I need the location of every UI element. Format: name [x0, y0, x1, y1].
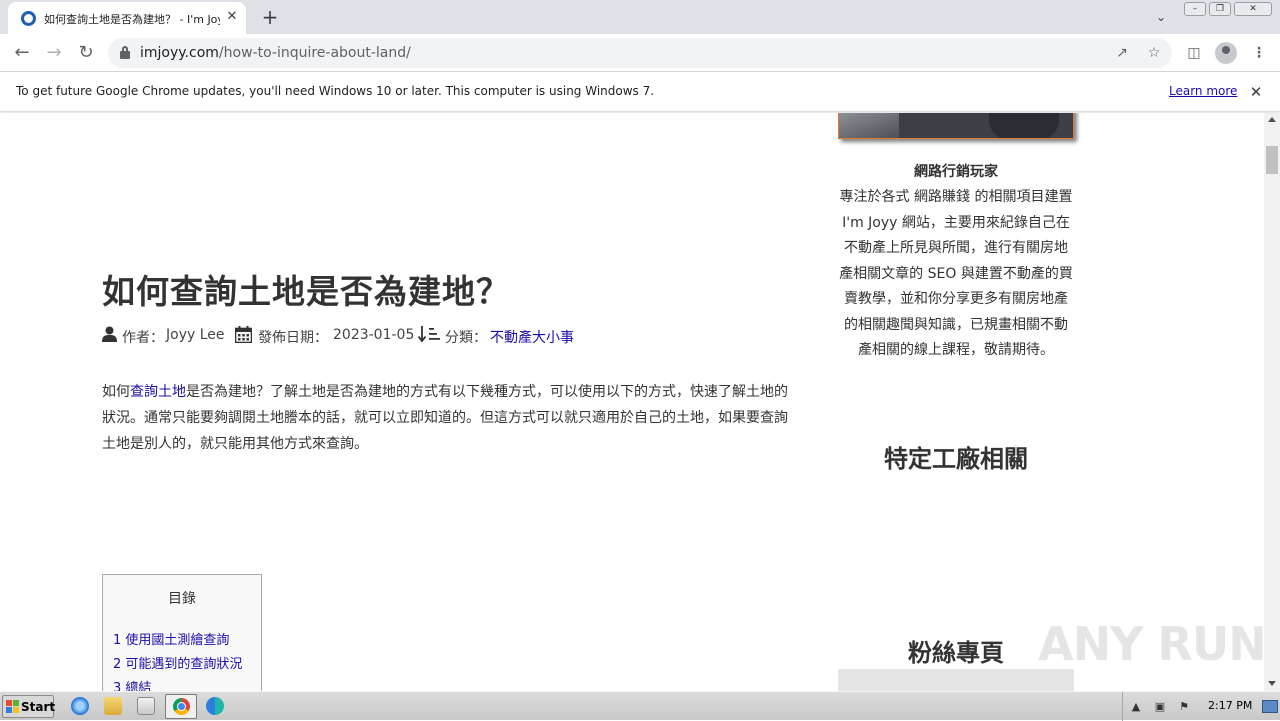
network-icon[interactable]: ▣	[1153, 700, 1167, 713]
chrome-icon	[173, 698, 190, 715]
anyrun-watermark-logo: ANY RUN	[1038, 609, 1264, 673]
author-photo	[838, 113, 1074, 139]
browser-tab[interactable]: 如何查詢土地是否為建地？ - I'm Joyy ✕	[8, 2, 246, 34]
intro-prefix: 如何	[102, 384, 130, 400]
scroll-up-arrow-icon[interactable]	[1268, 117, 1276, 122]
toc-item-summary[interactable]: 3 總結	[113, 677, 151, 691]
volume-icon[interactable]: ▲	[1129, 700, 1143, 713]
page-scrollbar[interactable]	[1264, 113, 1280, 691]
minimize-icon[interactable]: –	[1184, 2, 1206, 16]
intro-body: 是否為建地？了解土地是否為建地的方式有以下幾種方式，可以使用以下的方式，快速了解…	[102, 384, 788, 452]
edge-icon[interactable]	[206, 697, 224, 715]
back-arrow-icon[interactable]: ←	[9, 40, 35, 66]
publish-date: 2023-01-05	[333, 327, 415, 343]
tab-strip: 如何查詢土地是否為建地？ - I'm Joyy ✕ + ⌄ – ❐ ✕	[0, 0, 1280, 34]
windows-taskbar: Start ▲ ▣ ⚑ 2:17 PM	[0, 691, 1280, 721]
media-player-icon[interactable]	[137, 697, 155, 715]
show-desktop-icon[interactable]	[1262, 700, 1278, 713]
file-explorer-icon[interactable]	[104, 697, 122, 715]
article-title: 如何查詢土地是否為建地？	[102, 272, 510, 311]
lock-icon[interactable]	[120, 46, 130, 59]
url-path: /how-to-inquire-about-land/	[218, 45, 411, 61]
category-link[interactable]: 不動產大小事	[490, 330, 574, 346]
sidebar-author-bio: 專注於各式 網路賺錢 的相關項目建置 I'm Joyy 網站，主要用來紀錄自己在…	[839, 189, 1073, 358]
toc-item-land-survey[interactable]: 1 使用國土測繪查詢	[113, 629, 229, 648]
chrome-taskbar-button[interactable]	[165, 694, 197, 719]
author-label: 作者：	[122, 330, 164, 346]
toc-item-query-situations[interactable]: 2 可能遇到的查詢狀況	[113, 653, 242, 672]
start-button[interactable]: Start	[2, 695, 56, 718]
window-controls: – ❐ ✕	[1182, 0, 1276, 18]
author-name[interactable]: Joyy Lee	[166, 327, 225, 343]
url-text[interactable]: imjoyy.com/how-to-inquire-about-land/	[140, 44, 411, 62]
watermark-text: ANY RUN	[1038, 617, 1264, 671]
window-close-icon[interactable]: ✕	[1234, 2, 1272, 16]
article-intro: 如何查詢土地是否為建地？了解土地是否為建地的方式有以下幾種方式，可以使用以下的方…	[102, 379, 798, 457]
table-of-contents: 目錄 1 使用國土測繪查詢 2 可能遇到的查詢狀況 3 總結	[102, 574, 262, 691]
learn-more-link[interactable]: Learn more	[1169, 84, 1237, 98]
tab-close-icon[interactable]: ✕	[224, 9, 240, 25]
page-viewport: 如何查詢土地是否為建地？ 作者： Joyy Lee 發佈日期： 2023-01-…	[0, 113, 1264, 691]
category-label: 分類：	[445, 330, 487, 346]
tab-title: 如何查詢土地是否為建地？ - I'm Joyy	[44, 13, 220, 26]
url-host: imjoyy.com	[140, 45, 219, 61]
share-icon[interactable]: ↗	[1112, 43, 1132, 63]
forward-arrow-icon[interactable]: →	[41, 40, 67, 66]
scroll-thumb[interactable]	[1266, 146, 1278, 174]
restore-icon[interactable]: ❐	[1209, 2, 1231, 16]
infobar-message: To get future Google Chrome updates, you…	[16, 84, 655, 98]
date-label: 發佈日期：	[258, 330, 328, 346]
calendar-icon	[235, 326, 252, 343]
start-label: Start	[21, 700, 56, 714]
reload-icon[interactable]: ↻	[73, 40, 99, 66]
new-tab-button[interactable]: +	[258, 5, 282, 29]
windows-flag-icon	[6, 700, 19, 713]
sidebar-author-name: 網路行銷玩家	[914, 164, 998, 180]
browser-toolbar: ← → ↻ imjoyy.com/how-to-inquire-about-la…	[0, 34, 1280, 72]
internet-explorer-icon[interactable]	[71, 697, 89, 715]
bookmark-star-icon[interactable]: ☆	[1144, 43, 1164, 63]
system-tray: ▲ ▣ ⚑	[1122, 692, 1280, 721]
side-panel-icon[interactable]: ◫	[1183, 42, 1205, 64]
menu-kebab-icon[interactable]: ⋮	[1248, 42, 1270, 64]
action-center-flag-icon[interactable]: ⚑	[1177, 700, 1191, 713]
author-user-icon	[102, 326, 117, 342]
factory-heading: 特定工廠相關	[884, 445, 1028, 473]
inquire-land-link[interactable]: 查詢土地	[130, 384, 186, 400]
scroll-down-arrow-icon[interactable]	[1268, 681, 1276, 686]
tab-search-chevron-icon[interactable]: ⌄	[1150, 7, 1172, 27]
site-favicon-icon	[21, 11, 36, 26]
toc-title: 目錄	[168, 591, 196, 607]
update-infobar: To get future Google Chrome updates, you…	[0, 72, 1280, 112]
infobar-close-icon[interactable]: ✕	[1246, 82, 1266, 102]
sort-category-icon	[418, 326, 440, 343]
address-bar[interactable]: imjoyy.com/how-to-inquire-about-land/ ↗ …	[108, 38, 1172, 68]
profile-avatar-icon[interactable]	[1215, 42, 1237, 64]
system-clock[interactable]: 2:17 PM	[1208, 699, 1252, 712]
